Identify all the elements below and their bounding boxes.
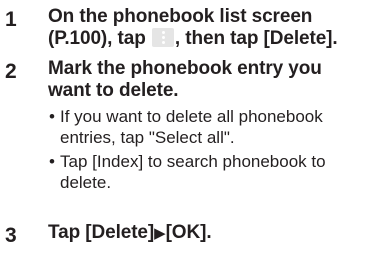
bullet-item: • If you want to delete all phonebook ent…: [48, 106, 366, 148]
bullet-item: • Tap [Index] to search phonebook to dele…: [48, 151, 366, 193]
step-1-number: 1: [5, 8, 17, 31]
instruction-page: 1 On the phonebook list screen (P.100), …: [0, 0, 370, 257]
step-3: 3 Tap [Delete]▶[OK].: [0, 222, 370, 252]
step-3-title: Tap [Delete]▶[OK].: [48, 222, 366, 245]
step-3-title-part1: Tap [Delete]: [48, 222, 155, 243]
step-1: 1 On the phonebook list screen (P.100), …: [0, 6, 370, 54]
step-1-title: On the phonebook list screen (P.100), ta…: [48, 6, 366, 50]
step-2-title: Mark the phonebook entry you want to del…: [48, 58, 322, 101]
bullet-dot-icon: •: [49, 152, 55, 171]
step-1-title-part2: , then tap [Delete].: [174, 28, 338, 49]
step-3-title-part2: [OK].: [165, 222, 212, 243]
step-3-number: 3: [5, 224, 17, 247]
step-2-bullet-list: • If you want to delete all phonebook ent…: [48, 106, 366, 193]
bullet-text: If you want to delete all phonebook entr…: [60, 107, 323, 147]
step-2: 2 Mark the phonebook entry you want to d…: [0, 58, 370, 208]
menu-dots-icon: [151, 28, 174, 47]
bullet-text: Tap [Index] to search phonebook to delet…: [60, 152, 326, 192]
arrow-right-icon: ▶: [154, 225, 166, 242]
bullet-dot-icon: •: [49, 107, 55, 126]
step-2-number: 2: [5, 60, 17, 83]
